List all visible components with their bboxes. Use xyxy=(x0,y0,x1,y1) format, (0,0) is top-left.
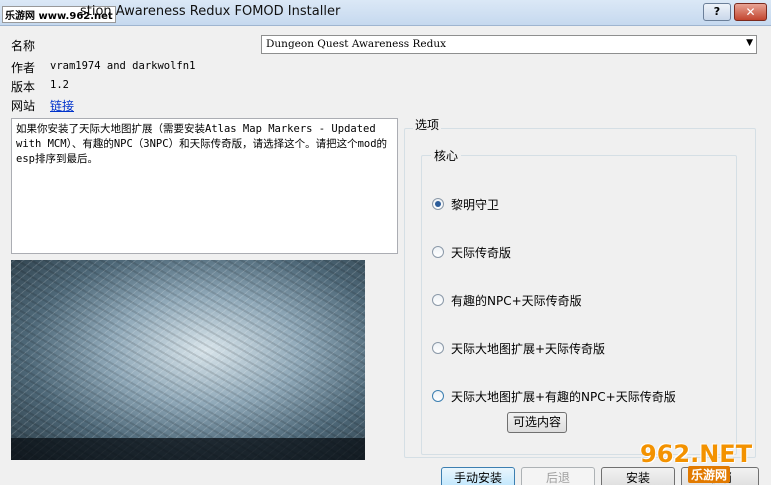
description-box[interactable]: 如果你安装了天际大地图扩展（需要安装Atlas Map Markers - Up… xyxy=(11,118,398,254)
author-value: vram1974 and darkwolfn1 xyxy=(50,60,196,72)
options-group-label: 选项 xyxy=(413,116,442,133)
option-item[interactable]: 黎明守卫 xyxy=(432,196,499,212)
name-label: 名称 xyxy=(11,39,36,53)
option-label: 天际传奇版 xyxy=(451,245,512,260)
radio-button[interactable] xyxy=(432,294,444,306)
map-texture xyxy=(11,260,365,460)
version-value: 1.2 xyxy=(50,79,69,91)
version-label: 版本 xyxy=(11,80,36,94)
site-logo-watermark: 962.NET 乐游网 xyxy=(640,440,771,485)
option-item[interactable]: 天际大地图扩展+天际传奇版 xyxy=(432,340,605,356)
map-footer-bar xyxy=(11,438,365,460)
logo-text: 962.NET xyxy=(640,440,753,468)
logo-subtext: 乐游网 xyxy=(688,466,731,483)
option-label: 天际大地图扩展+天际传奇版 xyxy=(451,341,606,356)
name-dropdown[interactable]: Dungeon Quest Awareness Redux ▼ xyxy=(261,35,757,54)
option-label: 黎明守卫 xyxy=(451,197,500,212)
chevron-down-icon[interactable]: ▼ xyxy=(746,38,753,48)
window-title: stion Awareness Redux FOMOD Installer xyxy=(80,4,341,19)
radio-button[interactable] xyxy=(432,342,444,354)
website-link[interactable]: 链接 xyxy=(50,97,74,114)
website-label: 网站 xyxy=(11,99,36,113)
radio-button[interactable] xyxy=(432,390,444,402)
manual-install-button[interactable]: 手动安装 xyxy=(441,467,515,485)
close-button[interactable]: ✕ xyxy=(734,3,767,21)
core-group-label: 核心 xyxy=(431,147,462,164)
option-label: 有趣的NPC+天际传奇版 xyxy=(451,293,582,308)
close-icon: ✕ xyxy=(745,5,756,19)
help-button[interactable]: ? xyxy=(703,3,731,21)
optional-content-button[interactable]: 可选内容 xyxy=(507,412,567,433)
title-bar: 乐游网 www.962.net stion Awareness Redux FO… xyxy=(0,0,771,26)
map-preview-image xyxy=(11,260,365,460)
back-button[interactable]: 后退 xyxy=(521,467,595,485)
option-item[interactable]: 天际大地图扩展+有趣的NPC+天际传奇版 xyxy=(432,388,676,404)
author-label: 作者 xyxy=(11,61,36,75)
option-item[interactable]: 有趣的NPC+天际传奇版 xyxy=(432,292,582,308)
option-item[interactable]: 天际传奇版 xyxy=(432,244,511,260)
help-icon: ? xyxy=(713,5,721,18)
option-label: 天际大地图扩展+有趣的NPC+天际传奇版 xyxy=(451,389,676,404)
radio-button[interactable] xyxy=(432,198,444,210)
radio-button[interactable] xyxy=(432,246,444,258)
name-dropdown-value: Dungeon Quest Awareness Redux xyxy=(266,38,447,50)
